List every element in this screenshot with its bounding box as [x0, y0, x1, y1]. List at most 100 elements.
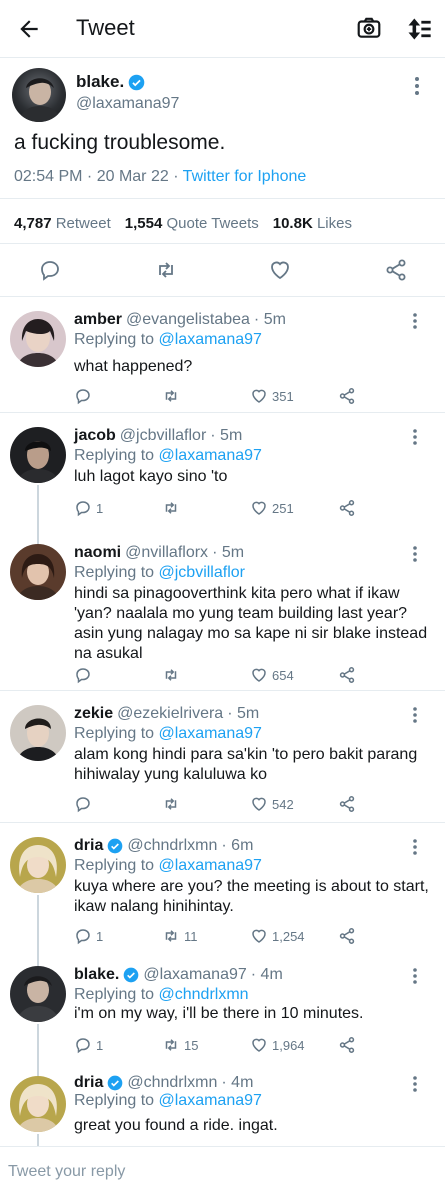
like-count[interactable]: 10.8K Likes: [273, 215, 352, 232]
retweet-button[interactable]: [162, 499, 184, 517]
reply-time: · 5m: [210, 427, 243, 444]
back-arrow-icon[interactable]: [16, 16, 42, 42]
more-options-icon[interactable]: [412, 839, 418, 855]
reply-author-handle[interactable]: @evangelistabea: [126, 311, 250, 329]
retweet-icon: [165, 798, 177, 810]
reply-author-name[interactable]: amber: [74, 311, 122, 329]
replying-to-handle[interactable]: @laxamana97: [159, 447, 262, 464]
reply-header: naomi @nvillaflorx · 5m: [74, 544, 244, 562]
more-options-icon[interactable]: [412, 1076, 418, 1092]
retweet-button[interactable]: 15: [162, 1036, 198, 1054]
share-button[interactable]: [338, 795, 356, 813]
reply-tweet[interactable]: blake. @laxamana97 · 4m Replying to @chndr…: [0, 952, 445, 1064]
reply-text: alam kong hindi para sa'kin 'to pero bak…: [74, 746, 418, 783]
reply-button[interactable]: [74, 666, 96, 684]
share-button[interactable]: [338, 387, 356, 405]
share-icon[interactable]: [384, 258, 408, 282]
avatar[interactable]: [12, 68, 66, 122]
reply-author-handle[interactable]: @ezekielrivera: [117, 705, 223, 723]
reply-tweet[interactable]: jacob @jcbvillaflor · 5m Replying to @laxa…: [0, 412, 445, 531]
reply-author-handle[interactable]: @jcbvillaflor: [120, 427, 206, 445]
reply-icon: [76, 389, 90, 405]
avatar[interactable]: [10, 427, 66, 483]
like-button[interactable]: 351: [250, 387, 294, 405]
reply-author-handle[interactable]: @laxamana97: [143, 966, 246, 984]
reply-button[interactable]: 1: [74, 499, 103, 517]
author-name[interactable]: blake.: [76, 72, 145, 92]
more-options-icon[interactable]: [412, 968, 418, 984]
retweet-button[interactable]: [162, 387, 184, 405]
reply-author-name[interactable]: blake.: [74, 966, 119, 984]
avatar[interactable]: [10, 311, 66, 367]
reply-button[interactable]: 1: [74, 927, 103, 945]
replying-to-handle[interactable]: @laxamana97: [159, 857, 262, 874]
reply-icon: [76, 797, 90, 813]
reply-tweet[interactable]: dria @chndrlxmn · 4m Replying to @laxamana…: [0, 1064, 445, 1146]
reply-tweet[interactable]: amber @evangelistabea · 5m Replying to @la…: [0, 296, 445, 412]
replying-to-handle[interactable]: @jcbvillaflor: [159, 564, 245, 581]
reply-button[interactable]: 1: [74, 1036, 103, 1054]
tweet-source-link[interactable]: Twitter for Iphone: [183, 168, 307, 185]
reply-icon[interactable]: [38, 258, 62, 282]
reply-button[interactable]: [74, 387, 96, 405]
replying-to-handle[interactable]: @laxamana97: [159, 725, 262, 742]
reply-tweet[interactable]: zekie @ezekielrivera · 5m Replying to @lax…: [0, 690, 445, 822]
replying-to-handle[interactable]: @laxamana97: [159, 1092, 262, 1109]
author-handle[interactable]: @laxamana97: [76, 95, 179, 113]
avatar[interactable]: [10, 544, 66, 600]
retweet-button[interactable]: 11: [162, 927, 198, 945]
share-button[interactable]: [338, 666, 356, 684]
reply-header: amber @evangelistabea · 5m: [74, 311, 286, 329]
like-button[interactable]: 251: [250, 499, 294, 517]
quote-count[interactable]: 1,554 Quote Tweets: [125, 215, 259, 232]
more-options-icon[interactable]: [412, 546, 418, 562]
share-button[interactable]: [338, 927, 356, 945]
avatar[interactable]: [10, 1076, 66, 1132]
share-button[interactable]: [338, 499, 356, 517]
like-button[interactable]: 1,254: [250, 927, 305, 945]
reply-author-name[interactable]: dria: [74, 1074, 103, 1092]
reply-input[interactable]: [8, 1159, 428, 1185]
like-heart-icon[interactable]: [268, 258, 292, 282]
avatar[interactable]: [10, 705, 66, 761]
reply-action-bar: 1 15 1,964: [74, 1036, 374, 1056]
quote-count-label: Quote Tweets: [166, 215, 259, 232]
replying-to-handle[interactable]: @chndrlxmn: [159, 986, 249, 1003]
like-button[interactable]: 542: [250, 795, 294, 813]
retweet-count[interactable]: 4,787 Retweet: [14, 215, 111, 232]
reply-tweet[interactable]: naomi @nvillaflorx · 5m Replying to @jcbvi…: [0, 530, 445, 690]
reply-author-name[interactable]: jacob: [74, 427, 116, 445]
more-options-icon[interactable]: [412, 313, 418, 329]
screenshot-camera-icon[interactable]: [356, 15, 382, 41]
reply-composer: [0, 1146, 445, 1196]
replying-to-handle[interactable]: @laxamana97: [159, 331, 262, 348]
reply-icon: [76, 1038, 90, 1054]
like-button[interactable]: 654: [250, 666, 294, 684]
avatar[interactable]: [10, 966, 66, 1022]
avatar[interactable]: [10, 837, 66, 893]
divider: [0, 198, 445, 199]
reply-tweet[interactable]: dria @chndrlxmn · 6m Replying to @laxamana…: [0, 822, 445, 953]
reply-author-name[interactable]: naomi: [74, 544, 121, 562]
sort-icon[interactable]: [405, 15, 433, 43]
more-options-icon[interactable]: [412, 707, 418, 723]
more-options-icon[interactable]: [412, 429, 418, 445]
share-button[interactable]: [338, 1036, 356, 1054]
reply-author-name[interactable]: zekie: [74, 705, 113, 723]
tweet-meta: 02:54 PM · 20 Mar 22 · Twitter for Iphon…: [14, 168, 306, 186]
like-button[interactable]: 1,964: [250, 1036, 305, 1054]
retweet-button[interactable]: [162, 795, 184, 813]
reply-author-handle[interactable]: @nvillaflorx: [125, 544, 208, 562]
retweet-icon[interactable]: [154, 258, 178, 282]
reply-time: · 5m: [227, 705, 260, 722]
like-count: 542: [272, 796, 294, 812]
retweet-button[interactable]: [162, 666, 184, 684]
reply-button[interactable]: [74, 795, 96, 813]
reply-author-name[interactable]: dria: [74, 837, 103, 855]
reply-author-handle[interactable]: @chndrlxmn: [127, 1074, 217, 1092]
retweet-count: 15: [184, 1037, 199, 1053]
more-options-icon[interactable]: [414, 76, 420, 96]
replying-to-label: Replying to: [74, 331, 159, 348]
like-count: 1,254: [272, 928, 305, 944]
reply-author-handle[interactable]: @chndrlxmn: [127, 837, 217, 855]
